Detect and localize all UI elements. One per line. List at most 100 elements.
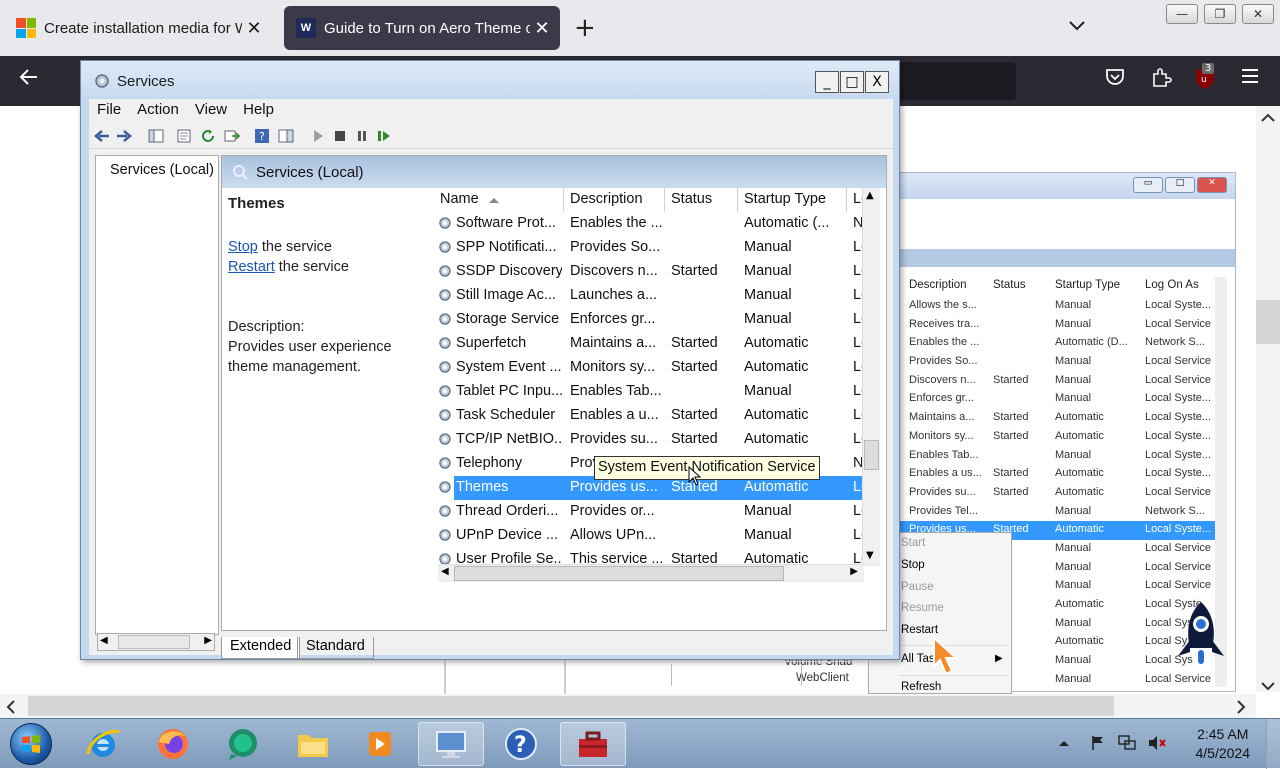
- menu-view[interactable]: View: [187, 99, 235, 121]
- hamburger-menu-icon[interactable]: [1240, 66, 1260, 92]
- taskbar-toolbox[interactable]: [560, 722, 626, 766]
- refresh-icon[interactable]: [199, 127, 217, 145]
- page-scroll-down-icon[interactable]: [1261, 676, 1275, 695]
- tab-close-icon[interactable]: ✕: [242, 18, 266, 39]
- minimize-button[interactable]: _: [815, 71, 839, 93]
- scroll-left-arrow-icon[interactable]: ◀: [100, 635, 108, 646]
- taskbar-internet-explorer[interactable]: [70, 722, 136, 766]
- service-row[interactable]: SPP Notificati...Provides So...ManualLo: [434, 236, 867, 260]
- column-header-name[interactable]: Name: [434, 188, 564, 212]
- start-button[interactable]: [10, 723, 52, 765]
- browser-tab-strip: Create installation media for W ✕ W Guid…: [0, 0, 1280, 56]
- window-title: Services: [117, 73, 175, 90]
- menu-action[interactable]: Action: [129, 99, 187, 121]
- taskbar-media-player[interactable]: [346, 722, 412, 766]
- service-row[interactable]: Still Image Ac...Launches a...ManualLo: [434, 284, 867, 308]
- scroll-right-arrow-icon[interactable]: ▶: [850, 566, 858, 577]
- service-row[interactable]: Task Scheduler Enables a u... Started Autom…: [434, 404, 867, 428]
- action-center-flag-icon[interactable]: [1090, 735, 1108, 753]
- extensions-puzzle-icon[interactable]: [1150, 66, 1172, 94]
- service-row[interactable]: SSDP Discovery Discovers n... Started Manua…: [434, 260, 867, 284]
- show-hide-console-tree-icon[interactable]: [147, 127, 165, 145]
- page-scroll-up-icon[interactable]: [1261, 108, 1275, 127]
- tab-list-chevron-icon[interactable]: [1068, 16, 1086, 37]
- list-hscroll-thumb[interactable]: [454, 566, 784, 581]
- pocket-icon[interactable]: [1104, 66, 1126, 94]
- service-gear-icon: [439, 409, 451, 421]
- column-header-startup-type[interactable]: Startup Type: [738, 188, 847, 212]
- scroll-right-arrow-icon[interactable]: ▶: [204, 635, 212, 646]
- cell-startup: Manual: [744, 503, 792, 519]
- menu-file[interactable]: File: [89, 99, 129, 121]
- service-row[interactable]: UPnP Device ...Allows UPn...ManualLo: [434, 524, 867, 548]
- service-gear-icon: [439, 337, 451, 349]
- list-vertical-scrollbar[interactable]: ▲ ▼: [862, 188, 880, 566]
- browser-tab-installation-media[interactable]: Create installation media for W ✕: [4, 6, 272, 50]
- taskbar-file-explorer[interactable]: [280, 722, 346, 766]
- stop-service-link[interactable]: Stop: [228, 239, 258, 255]
- export-list-icon[interactable]: [223, 127, 241, 145]
- back-arrow-icon[interactable]: [18, 66, 40, 94]
- services-titlebar[interactable]: Services _ □ X: [81, 61, 899, 99]
- maximize-button[interactable]: □: [840, 71, 864, 93]
- column-header-description[interactable]: Description: [564, 188, 665, 212]
- scroll-down-arrow-icon[interactable]: ▼: [866, 550, 874, 561]
- new-tab-button[interactable]: +: [574, 14, 596, 42]
- browser-tab-aero-guide[interactable]: W Guide to Turn on Aero Theme o ✕: [284, 6, 560, 50]
- page-hscroll-thumb[interactable]: [28, 696, 1114, 716]
- taskbar-clock[interactable]: 2:45 AM 4/5/2024: [1196, 725, 1251, 763]
- service-row[interactable]: Superfetch Maintains a... Started Automatic…: [434, 332, 867, 356]
- list-horizontal-scrollbar[interactable]: ◀ ▶: [438, 564, 864, 582]
- network-icon[interactable]: [1118, 735, 1136, 753]
- scroll-left-arrow-icon[interactable]: ◀: [441, 566, 449, 577]
- page-scroll-right-icon[interactable]: [1236, 699, 1246, 718]
- page-vertical-scrollbar[interactable]: [1256, 106, 1280, 692]
- start-service-icon[interactable]: [309, 127, 327, 145]
- tab-extended[interactable]: Extended: [221, 637, 301, 659]
- tree-hscroll-thumb[interactable]: [118, 635, 190, 649]
- close-button[interactable]: ✕: [1242, 4, 1274, 24]
- help-icon[interactable]: ?: [253, 127, 271, 145]
- pause-service-icon[interactable]: [353, 127, 371, 145]
- restart-service-icon[interactable]: [375, 127, 393, 145]
- tab-close-icon[interactable]: ✕: [530, 18, 554, 39]
- taskbar-help[interactable]: ?: [488, 722, 554, 766]
- service-row[interactable]: System Event ... Monitors sy... Started Aut…: [434, 356, 867, 380]
- volume-muted-icon[interactable]: [1148, 735, 1166, 753]
- back-arrow-icon[interactable]: [93, 127, 111, 145]
- stop-service-icon[interactable]: [331, 127, 349, 145]
- forward-arrow-icon[interactable]: [115, 127, 133, 145]
- properties-icon[interactable]: [175, 127, 193, 145]
- show-desktop-button[interactable]: [1266, 719, 1280, 769]
- scroll-up-arrow-icon[interactable]: ▲: [866, 190, 874, 201]
- service-row[interactable]: Tablet PC Inpu...Enables Tab...ManualLo: [434, 380, 867, 404]
- service-row[interactable]: Software Prot... Enables the ... Automatic…: [434, 212, 864, 236]
- taskbar-firefox[interactable]: [140, 722, 206, 766]
- restart-service-link[interactable]: Restart: [228, 259, 275, 275]
- service-row[interactable]: Thread Orderi...Provides or...ManualLo: [434, 500, 867, 524]
- minimize-button[interactable]: —: [1166, 4, 1198, 24]
- cell-startup: Automatic: [744, 479, 809, 495]
- show-hidden-icons-chevron-icon[interactable]: [1058, 735, 1076, 753]
- restore-button[interactable]: ❐: [1204, 4, 1236, 24]
- scroll-to-top-rocket-icon[interactable]: [1174, 600, 1228, 670]
- stop-service-line: Stop the service: [228, 237, 424, 257]
- cell-startup: Manual: [744, 311, 792, 327]
- service-row[interactable]: TCP/IP NetBIO... Provides su... Started Aut…: [434, 428, 867, 452]
- tree-horizontal-scrollbar[interactable]: ◀ ▶: [97, 633, 215, 651]
- close-button[interactable]: X: [865, 71, 889, 93]
- tree-item-services-local[interactable]: Services (Local): [100, 162, 214, 178]
- show-action-pane-icon[interactable]: [277, 127, 295, 145]
- column-header-status[interactable]: Status: [665, 188, 738, 212]
- screenshot-cell: Automatic: [1055, 411, 1104, 424]
- list-vscroll-thumb[interactable]: [864, 440, 879, 470]
- menu-help[interactable]: Help: [235, 99, 282, 121]
- tab-standard[interactable]: Standard: [297, 637, 374, 659]
- svg-text:?: ?: [259, 130, 265, 143]
- page-scroll-left-icon[interactable]: [6, 699, 16, 718]
- taskbar-chat-app[interactable]: [210, 722, 276, 766]
- page-scrollbar-thumb[interactable]: [1256, 300, 1280, 344]
- taskbar-remote-desktop[interactable]: [418, 722, 484, 766]
- service-row[interactable]: Storage ServiceEnforces gr...ManualLo: [434, 308, 867, 332]
- url-bar-fragment[interactable]: [898, 62, 1016, 100]
